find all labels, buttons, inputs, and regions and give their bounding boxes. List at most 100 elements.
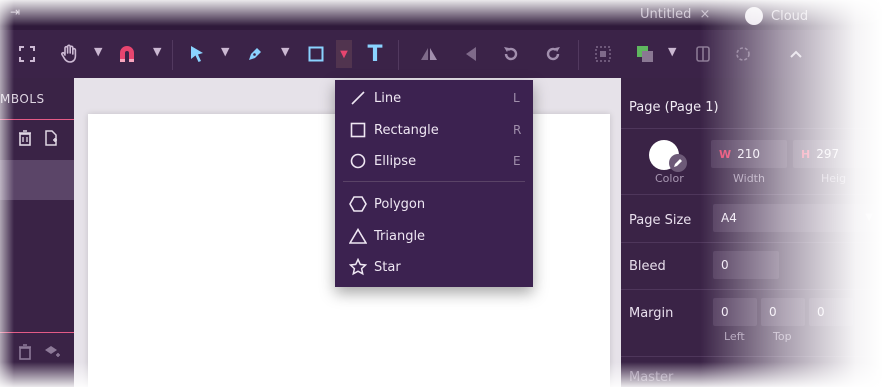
add-layer-icon[interactable] xyxy=(44,344,60,364)
menu-item-label: Rectangle xyxy=(374,122,439,138)
close-tab-icon[interactable]: × xyxy=(699,7,710,22)
height-label: Heig xyxy=(821,172,847,185)
layers-actions xyxy=(18,344,60,364)
shape-tool-icon[interactable] xyxy=(305,42,327,66)
flip-horizontal-icon[interactable] xyxy=(418,42,440,66)
margin-left-value: 0 xyxy=(721,305,729,319)
shape-dropdown-menu: Line L Rectangle R Ellipse E Polygon Tri… xyxy=(335,80,533,287)
hand-tool-icon[interactable] xyxy=(58,42,80,66)
margin-top-label: Top xyxy=(773,330,792,343)
main-toolbar: ▼ ▼ ▼ ▼ ▼ T ▼ xyxy=(0,30,883,78)
panel-section-divider xyxy=(0,332,74,333)
rotate-left-icon[interactable] xyxy=(500,42,522,66)
shape-dropdown-caret-icon[interactable]: ▼ xyxy=(336,40,352,68)
width-field[interactable]: W 210 xyxy=(711,140,787,168)
select-dropdown-caret-icon[interactable]: ▼ xyxy=(221,45,229,58)
menu-item-label: Line xyxy=(374,90,402,106)
app-window: ⇥ Untitled × Cloud ▼ ▼ ▼ ▼ ▼ T ▼ MBOLS P… xyxy=(0,0,883,387)
menu-item-triangle[interactable]: Triangle xyxy=(335,222,533,250)
margin-top-field[interactable]: 0 xyxy=(761,298,805,326)
boolean-icon[interactable] xyxy=(692,42,714,66)
panel-divider xyxy=(621,128,883,129)
triangle-icon xyxy=(349,227,367,245)
margin-left-label: Left xyxy=(724,330,745,343)
share-icon[interactable] xyxy=(786,42,808,66)
panel-divider xyxy=(621,194,883,195)
toolbar-divider xyxy=(578,40,579,70)
document-tab[interactable]: Untitled × xyxy=(640,7,710,22)
line-icon xyxy=(349,89,367,107)
menu-item-polygon[interactable]: Polygon xyxy=(335,190,533,218)
height-value: 297 xyxy=(816,147,840,161)
toolbar-divider xyxy=(398,40,399,70)
cloud-label: Cloud xyxy=(771,8,809,24)
width-value: 210 xyxy=(737,147,761,161)
chevron-down-icon: ▼ xyxy=(865,212,873,223)
rotate-right-icon[interactable] xyxy=(542,42,564,66)
margin-right-value: 0 xyxy=(817,305,825,319)
menu-divider xyxy=(343,181,525,182)
panel-tab-underline xyxy=(0,119,74,120)
menu-item-label: Star xyxy=(374,259,401,275)
color-picker-icon[interactable] xyxy=(669,154,687,172)
height-field[interactable]: H 297 xyxy=(793,140,883,168)
symbols-list-item[interactable] xyxy=(0,160,74,200)
cloud-button[interactable]: Cloud xyxy=(745,7,808,25)
text-tool-icon[interactable]: T xyxy=(364,42,386,67)
pen-dropdown-caret-icon[interactable]: ▼ xyxy=(281,45,289,58)
toolbar-divider xyxy=(172,40,173,70)
margin-top-value: 0 xyxy=(769,305,777,319)
menu-item-rectangle[interactable]: Rectangle R xyxy=(335,116,533,144)
bleed-label: Bleed xyxy=(629,259,666,274)
ellipse-icon xyxy=(349,152,367,170)
symbols-actions xyxy=(18,130,58,150)
star-icon xyxy=(349,258,367,276)
color-label: Color xyxy=(655,172,684,185)
menu-item-star[interactable]: Star xyxy=(335,253,533,281)
menu-item-shortcut: L xyxy=(513,91,520,105)
rectangle-icon xyxy=(349,121,367,139)
menu-item-ellipse[interactable]: Ellipse E xyxy=(335,147,533,175)
document-tab-label: Untitled xyxy=(640,7,692,22)
width-label: Width xyxy=(733,172,765,185)
corner-icon: ⇥ xyxy=(10,5,21,19)
select-tool-icon[interactable] xyxy=(186,42,208,66)
title-bar: ⇥ Untitled × Cloud xyxy=(0,0,883,30)
snap-magnet-icon[interactable] xyxy=(116,42,138,66)
arrange-dropdown-caret-icon[interactable]: ▼ xyxy=(668,45,676,58)
margin-right-field[interactable]: 0 xyxy=(809,298,853,326)
bleed-value: 0 xyxy=(721,258,729,272)
panel-divider xyxy=(621,242,883,243)
symbols-panel-header[interactable]: MBOLS xyxy=(0,92,45,106)
cloud-icon xyxy=(745,7,763,25)
margin-label: Margin xyxy=(629,306,674,321)
arrange-icon[interactable] xyxy=(634,42,656,66)
hand-dropdown-caret-icon[interactable]: ▼ xyxy=(94,45,102,58)
height-prefix: H xyxy=(801,147,811,161)
panel-divider xyxy=(621,289,883,290)
menu-item-label: Triangle xyxy=(374,228,426,244)
properties-panel: Page (Page 1) Color W 210 Width H 297 He… xyxy=(621,78,883,387)
bleed-field[interactable]: 0 xyxy=(713,251,779,279)
master-label: Master xyxy=(629,370,674,385)
margin-left-field[interactable]: 0 xyxy=(713,298,757,326)
trash-icon[interactable] xyxy=(18,130,32,150)
page-size-value: A4 xyxy=(721,211,737,225)
pen-tool-icon[interactable] xyxy=(244,42,266,66)
snap-dropdown-caret-icon[interactable]: ▼ xyxy=(153,45,161,58)
menu-item-shortcut: R xyxy=(513,123,522,137)
menu-item-shortcut: E xyxy=(513,154,521,168)
polygon-icon xyxy=(349,195,367,213)
component-icon[interactable] xyxy=(732,42,754,66)
menu-item-line[interactable]: Line L xyxy=(335,84,533,112)
fit-screen-icon[interactable] xyxy=(16,42,38,66)
flip-vertical-icon[interactable] xyxy=(460,42,482,66)
width-prefix: W xyxy=(719,147,732,161)
page-size-select[interactable]: A4 ▼ xyxy=(713,204,881,232)
panel-title: Page (Page 1) xyxy=(629,100,719,115)
new-symbol-icon[interactable] xyxy=(44,130,58,150)
group-icon[interactable] xyxy=(592,42,614,66)
menu-item-label: Polygon xyxy=(374,196,426,212)
left-panel: MBOLS xyxy=(0,78,74,387)
trash-icon[interactable] xyxy=(18,344,32,364)
